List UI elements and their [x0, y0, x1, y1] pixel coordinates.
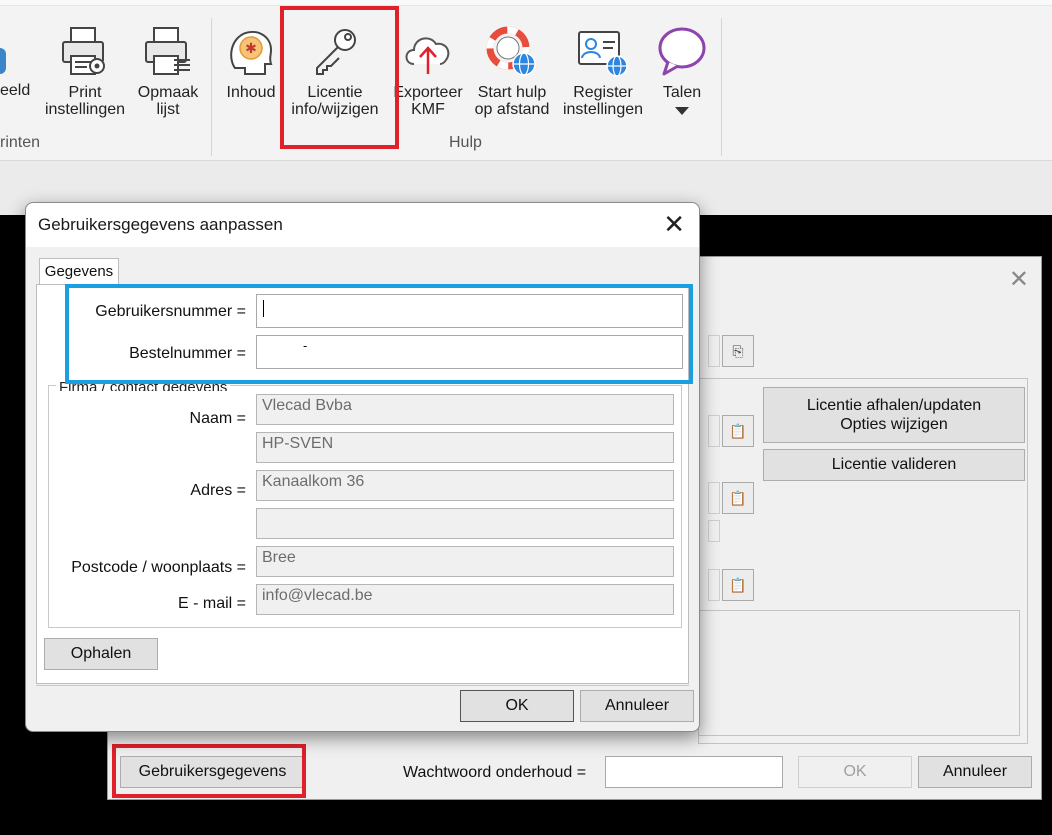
naam-input-1[interactable]: Vlecad Bvba: [256, 394, 674, 425]
ribbon-exporteer-label-2: KMF: [411, 101, 445, 118]
clipboard-icon[interactable]: 📋: [722, 569, 754, 601]
ribbon-starthulp-button[interactable]: Start hulp op afstand: [469, 24, 555, 118]
bg-field: [708, 335, 720, 367]
cloud-upload-icon: [405, 37, 450, 74]
ribbon-starthulp-label-1: Start hulp: [477, 84, 547, 101]
licentie-afhalen-label-1: Licentie afhalen/updaten: [806, 397, 982, 414]
bg-annuleer-button[interactable]: Annuleer: [918, 756, 1032, 788]
email-input[interactable]: info@vlecad.be: [256, 584, 674, 615]
ribbon-exporteer-button[interactable]: Exporteer KMF: [390, 24, 466, 118]
ribbon-talen-label: Talen: [662, 84, 702, 101]
adres-input-1[interactable]: Kanaalkom 36: [256, 470, 674, 501]
ribbon-inhoud-label: Inhoud: [226, 84, 276, 101]
clipboard-icon[interactable]: 📋: [722, 482, 754, 514]
wachtwoord-label: Wachtwoord onderhoud =: [403, 764, 587, 781]
ophalen-button[interactable]: Ophalen: [44, 638, 158, 670]
licentie-afhalen-button[interactable]: Licentie afhalen/updaten Opties wijzigen: [763, 387, 1025, 443]
ribbon-print-label-1: Print: [68, 84, 102, 101]
wachtwoord-input[interactable]: [605, 756, 783, 788]
ribbon-voorbeeld-label: eeld: [0, 82, 31, 99]
ribbon-opmaak-button[interactable]: Opmaak lijst: [128, 24, 208, 118]
postcode-input[interactable]: Bree: [256, 546, 674, 577]
ribbon: eeld Print instellingen Opmaak lijst rin…: [0, 0, 1052, 215]
chevron-down-icon: [675, 107, 689, 115]
licentie-afhalen-label-2: Opties wijzigen: [840, 416, 948, 433]
group-label-printen: rinten: [0, 134, 41, 151]
postcode-label: Postcode / woonplaats =: [71, 559, 246, 576]
ribbon-inhoud-button[interactable]: ✱ Inhoud: [220, 24, 282, 101]
highlight-licentie: [280, 6, 399, 149]
voorbeeld-icon: [0, 48, 6, 74]
highlight-gebruikersgegevens: [112, 744, 306, 798]
speech-bubble-icon: [658, 27, 706, 76]
highlight-user-fields: [65, 284, 693, 384]
clipboard-icon[interactable]: 📋: [722, 415, 754, 447]
svg-text:✱: ✱: [245, 41, 257, 57]
adres-label: Adres =: [190, 482, 246, 499]
email-label: E - mail =: [177, 595, 246, 612]
ribbon-talen-button[interactable]: Talen: [654, 24, 710, 115]
ribbon-register-label-2: instellingen: [562, 101, 644, 118]
ribbon-separator: [211, 18, 212, 156]
ribbon-print-button[interactable]: Print instellingen: [40, 24, 130, 118]
licentie-valideren-button[interactable]: Licentie valideren: [763, 449, 1025, 481]
copy-icon[interactable]: ⎘: [722, 335, 754, 367]
ribbon-starthulp-label-2: op afstand: [474, 101, 550, 118]
close-icon[interactable]: ✕: [1009, 265, 1029, 294]
adres-input-2[interactable]: [256, 508, 674, 539]
naam-label: Naam =: [189, 410, 246, 427]
gebruikersgegevens-dialog: Gebruikersgegevens aanpassen ✕ Gegevens …: [25, 202, 700, 732]
ribbon-top-strip: [0, 0, 1052, 6]
ribbon-exporteer-label-1: Exporteer: [393, 84, 463, 101]
head-help-icon: ✱: [230, 31, 273, 75]
naam-input-2[interactable]: HP-SVEN: [256, 432, 674, 463]
ribbon-voorbeeld-button[interactable]: eeld: [0, 82, 30, 99]
dialog-annuleer-button[interactable]: Annuleer: [580, 690, 694, 722]
group-label-hulp: Hulp: [449, 134, 482, 151]
ribbon-print-label-2: instellingen: [44, 101, 126, 118]
user-card-globe-icon: [578, 31, 628, 77]
dialog-ok-button[interactable]: OK: [460, 690, 574, 722]
ribbon-register-button[interactable]: Register instellingen: [557, 24, 649, 118]
ribbon-opmaak-label-1: Opmaak: [137, 84, 199, 101]
lifebuoy-globe-icon: [486, 26, 536, 76]
ribbon-register-label-1: Register: [573, 84, 633, 101]
bg-lower-panel: [698, 610, 1020, 736]
dialog-footer-divider: [36, 685, 689, 686]
bg-ok-button[interactable]: OK: [798, 756, 912, 788]
ribbon-separator: [721, 18, 722, 156]
dialog-title: Gebruikersgegevens aanpassen: [38, 215, 283, 234]
close-icon[interactable]: ✕: [663, 209, 685, 240]
bg-field: [708, 520, 720, 542]
printer-settings-icon: [62, 27, 105, 75]
bg-field: [708, 415, 720, 447]
ribbon-opmaak-label-2: lijst: [156, 101, 180, 118]
printer-list-icon: [145, 27, 190, 75]
dialog-titlebar: Gebruikersgegevens aanpassen ✕: [26, 203, 699, 247]
bg-field: [708, 569, 720, 601]
tab-gegevens[interactable]: Gegevens: [39, 258, 119, 285]
bg-field: [708, 482, 720, 514]
